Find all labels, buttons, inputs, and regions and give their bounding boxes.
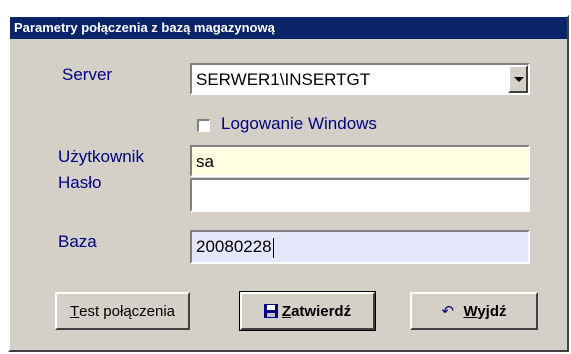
server-combobox[interactable]: SERWER1\INSERTGT [190, 63, 530, 95]
password-input[interactable] [190, 178, 530, 212]
confirm-button-label: atwierdź [291, 302, 352, 320]
server-label: Server [62, 65, 113, 84]
windows-login-checkbox[interactable] [197, 119, 210, 132]
text-caret [272, 237, 274, 258]
server-value: SERWER1\INSERTGT [196, 70, 371, 89]
password-label: Hasło [58, 173, 102, 192]
exit-button-mnemonic: W [463, 302, 478, 320]
test-connection-button[interactable]: Test połączenia [55, 292, 190, 330]
exit-button-label: yjdź [477, 302, 507, 320]
undo-arrow-icon: ↶ [441, 302, 455, 320]
connection-dialog: Parametry połączenia z bazą magazynową S… [8, 15, 569, 352]
confirm-button[interactable]: Zatwierdź [239, 291, 376, 331]
database-input[interactable]: 20080228 [190, 230, 530, 264]
database-label: Baza [58, 232, 97, 251]
user-value: sa [196, 152, 214, 171]
user-label: Użytkownik [58, 147, 144, 166]
windows-login-label[interactable]: Logowanie Windows [221, 114, 377, 134]
dialog-title: Parametry połączenia z bazą magazynową [10, 17, 567, 39]
exit-button[interactable]: ↶ Wyjdź [410, 292, 538, 330]
database-value: 20080228 [196, 237, 272, 256]
floppy-disk-icon [263, 304, 278, 318]
chevron-down-icon[interactable] [508, 65, 528, 93]
user-input[interactable]: sa [190, 145, 530, 177]
test-button-mnemonic: T [69, 302, 80, 320]
test-button-label: est połączenia [79, 302, 176, 320]
confirm-button-mnemonic: Z [281, 302, 292, 320]
